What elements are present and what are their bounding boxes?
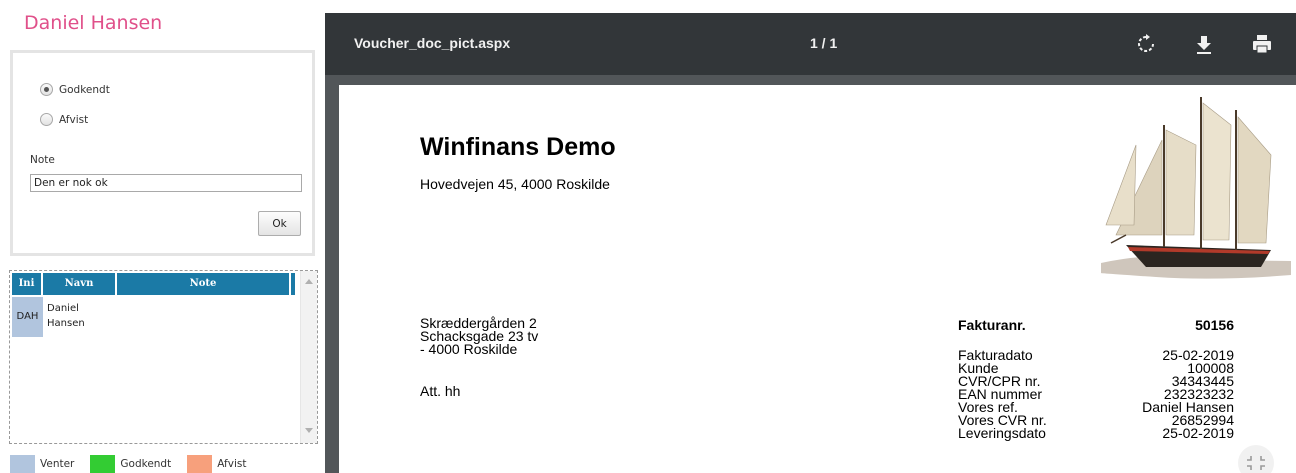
ship-logo-image (1096, 85, 1296, 290)
cell-ini: DAH (12, 297, 43, 337)
radio-rejected-button[interactable] (40, 113, 53, 126)
print-icon[interactable] (1251, 33, 1273, 55)
table-row[interactable]: DAH Daniel Hansen (12, 297, 117, 337)
radio-rejected-label: Afvist (59, 113, 89, 126)
cell-navn: Daniel Hansen (43, 297, 117, 337)
column-header-ini[interactable]: Ini (12, 273, 43, 295)
detail-label: Leveringsdato (958, 425, 1046, 441)
download-icon[interactable] (1193, 33, 1215, 55)
user-name-title: Daniel Hansen (24, 12, 163, 34)
legend-label-godkendt: Godkendt (120, 458, 172, 470)
column-header-end (291, 273, 295, 295)
legend-swatch-afvist (187, 455, 213, 473)
attention-line: Att. hh (420, 383, 461, 399)
fit-to-page-button[interactable] (1238, 445, 1274, 473)
table-header: Ini Navn Note (12, 273, 295, 295)
page-indicator: 1 / 1 (810, 35, 838, 51)
company-name: Winfinans Demo (420, 133, 616, 161)
table-scrollbar[interactable] (300, 271, 317, 443)
invoice-details-values: 25-02-2019 100008 34343445 232323232 Dan… (1114, 348, 1234, 441)
approver-table: Ini Navn Note DAH Daniel Hansen (9, 270, 318, 444)
ok-button[interactable]: Ok (258, 211, 301, 236)
legend-item-godkendt: Godkendt (90, 455, 171, 473)
radio-approved-label: Godkendt (59, 83, 110, 96)
radio-option-approved[interactable]: Godkendt (40, 83, 110, 96)
legend-item-venter: Venter (10, 455, 74, 473)
invoice-details-labels: Fakturadato Kunde CVR/CPR nr. EAN nummer… (958, 348, 1047, 441)
collapse-icon (1247, 456, 1265, 470)
rotate-icon[interactable] (1135, 33, 1157, 55)
radio-option-rejected[interactable]: Afvist (40, 113, 88, 126)
column-header-navn[interactable]: Navn (43, 273, 117, 295)
recipient-line-3: - 4000 Roskilde (420, 341, 518, 357)
legend-item-afvist: Afvist (187, 455, 246, 473)
legend-label-afvist: Afvist (217, 458, 247, 470)
status-legend: Venter Godkendt Afvist (10, 455, 262, 473)
cell-navn-last: Hansen (47, 318, 85, 329)
invoice-number-label: Fakturanr. (958, 317, 1026, 333)
recipient-address: Skræddergården 2 Schacksgade 23 tv - 400… (420, 316, 538, 357)
viewer-toolbar: Voucher_doc_pict.aspx 1 / 1 (325, 13, 1296, 75)
detail-value: 25-02-2019 (1162, 425, 1234, 441)
note-input[interactable] (30, 174, 302, 192)
legend-label-venter: Venter (40, 458, 75, 470)
invoice-number-value: 50156 (1195, 317, 1234, 333)
note-label: Note (30, 154, 55, 166)
scroll-up-icon[interactable] (305, 279, 313, 284)
radio-approved-button[interactable] (40, 83, 53, 96)
column-header-note[interactable]: Note (117, 273, 289, 295)
legend-swatch-godkendt (90, 455, 116, 473)
pdf-viewer: Voucher_doc_pict.aspx 1 / 1 Winfinans De… (325, 13, 1296, 473)
legend-swatch-venter (10, 455, 35, 473)
document-file-name: Voucher_doc_pict.aspx (354, 35, 511, 51)
scroll-down-icon[interactable] (305, 428, 313, 433)
cell-navn-first: Daniel (47, 303, 79, 314)
document-page: Winfinans Demo Hovedvejen 45, 4000 Roski… (339, 85, 1296, 473)
approval-form: Godkendt Afvist Note Ok (10, 50, 315, 256)
company-address: Hovedvejen 45, 4000 Roskilde (420, 176, 610, 192)
